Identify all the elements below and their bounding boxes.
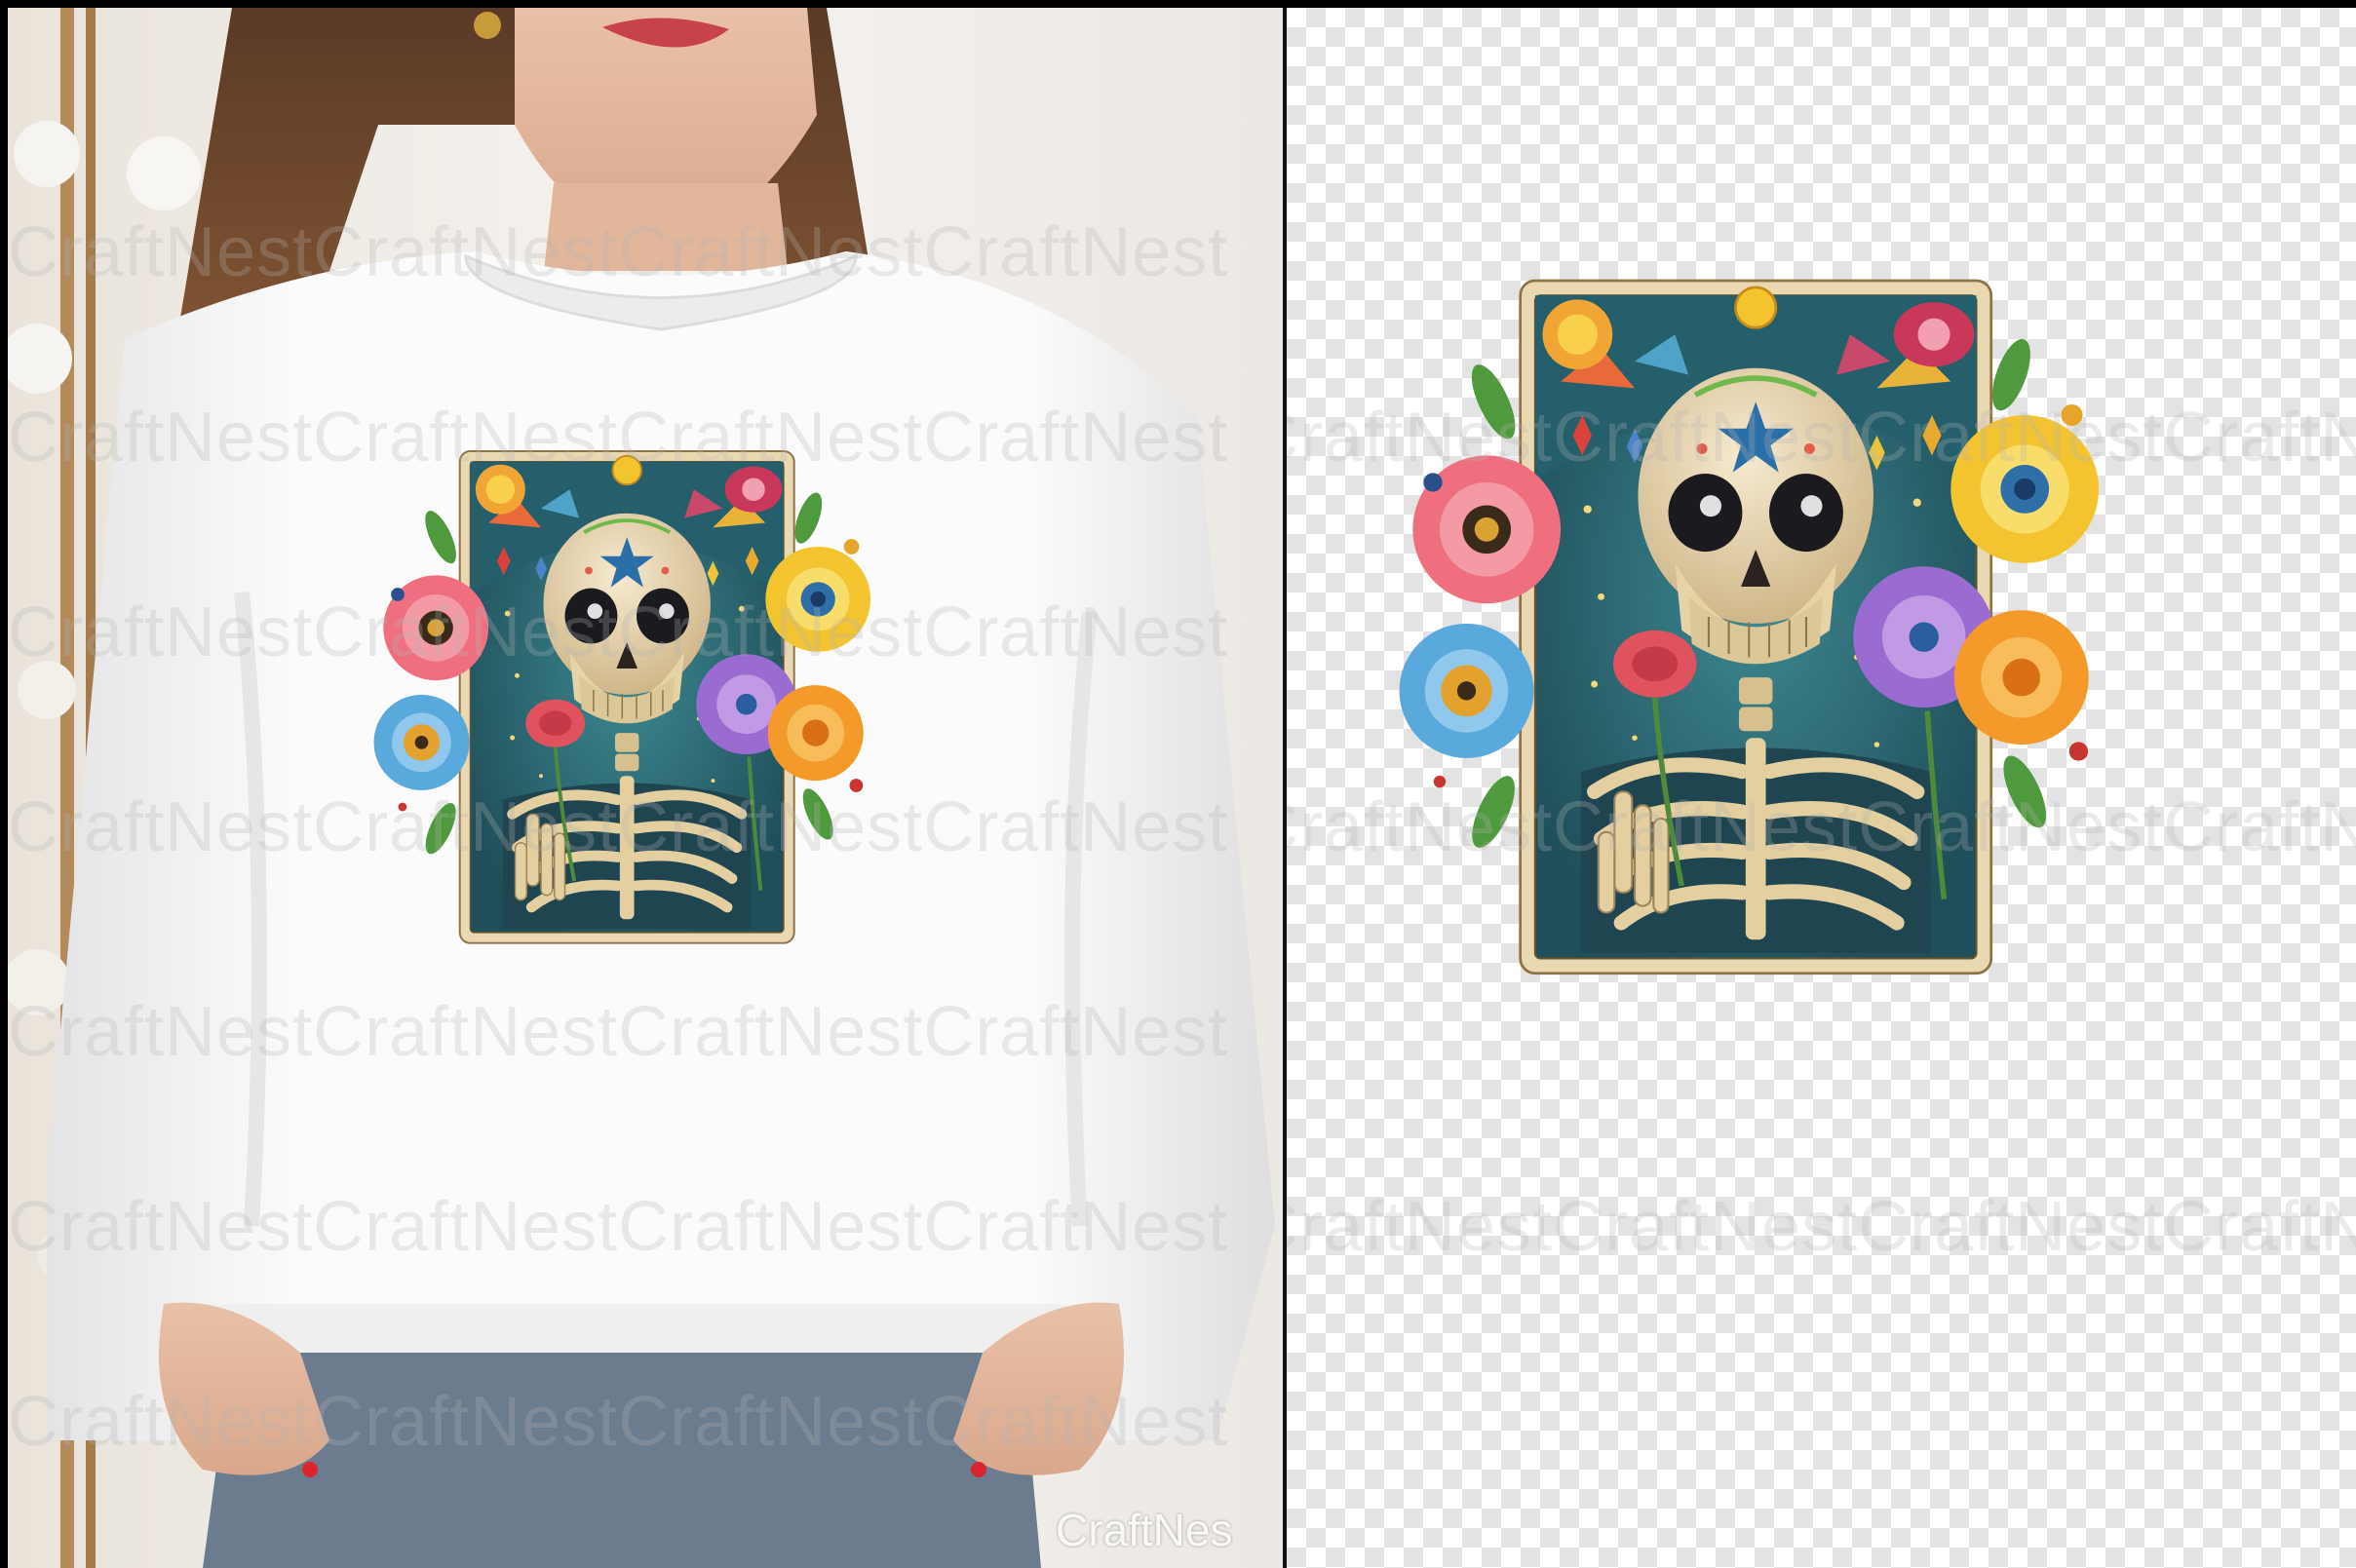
watermark-row-7: CraftNestCraftNestCraftNestCraftNest xyxy=(8,1383,1229,1461)
watermark-corner-text: CraftNes xyxy=(1056,1505,1233,1555)
watermark-row-5: CraftNestCraftNestCraftNestCraftNest xyxy=(8,993,1229,1071)
watermark-row-2: CraftNestCraftNestCraftNestCraftNest xyxy=(8,399,1229,477)
mockup-photo-panel: CraftNestCraftNestCraftNestCraftNest Cra… xyxy=(8,8,1283,1568)
watermark-row-right-2: CraftNestCraftNestCraftNestCraftNest xyxy=(1287,788,2356,866)
watermark-row-1: CraftNestCraftNestCraftNestCraftNest xyxy=(8,213,1229,291)
watermark-row-4: CraftNestCraftNestCraftNestCraftNest xyxy=(8,788,1229,866)
image-frame: CraftNestCraftNestCraftNestCraftNest Cra… xyxy=(0,0,2356,1568)
watermark-row-right-1: CraftNestCraftNestCraftNestCraftNest xyxy=(1287,399,2356,477)
design-artwork xyxy=(1400,281,2100,974)
watermark-row-3: CraftNestCraftNestCraftNestCraftNest xyxy=(8,593,1229,671)
watermark-row-right-3: CraftNestCraftNestCraftNestCraftNest xyxy=(1287,1188,2356,1266)
design-preview-panel: CraftNestCraftNestCraftNestCraftNest Cra… xyxy=(1287,8,2356,1568)
watermark-row-6: CraftNestCraftNestCraftNestCraftNest xyxy=(8,1188,1229,1266)
